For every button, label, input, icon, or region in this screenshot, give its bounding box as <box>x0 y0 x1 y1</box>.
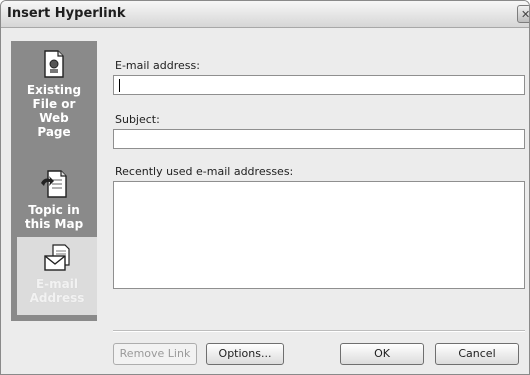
sidebar-item-email-address[interactable]: E-mail Address <box>17 237 97 315</box>
document-icon <box>44 50 64 78</box>
link-type-sidebar: Existing File or Web Page Topic in this … <box>11 41 97 321</box>
email-address-field[interactable] <box>113 75 525 95</box>
cancel-button[interactable]: Cancel <box>435 343 519 365</box>
recent-emails-label: Recently used e-mail addresses: <box>115 165 294 178</box>
insert-hyperlink-dialog: Insert Hyperlink ✕ Existing File or Web … <box>0 0 530 375</box>
subject-field[interactable] <box>113 129 525 149</box>
text-caret <box>119 79 120 92</box>
envelope-icon <box>44 244 70 271</box>
close-button[interactable]: ✕ <box>517 5 529 23</box>
options-button[interactable]: Options... <box>206 343 284 365</box>
sidebar-item-existing-file[interactable]: Existing File or Web Page <box>11 49 97 161</box>
ok-button[interactable]: OK <box>340 343 424 365</box>
recent-emails-list[interactable] <box>113 181 525 289</box>
sidebar-item-label: Topic in this Map <box>24 203 84 231</box>
title-bar: Insert Hyperlink ✕ <box>1 1 529 28</box>
subject-label: Subject: <box>115 113 160 126</box>
remove-link-button[interactable]: Remove Link <box>113 343 197 365</box>
topic-arrow-icon <box>41 170 67 198</box>
sidebar-item-label: Existing File or Web Page <box>26 83 82 139</box>
button-separator <box>113 330 525 332</box>
dialog-title: Insert Hyperlink <box>7 6 126 21</box>
email-address-label: E-mail address: <box>115 59 200 72</box>
sidebar-item-label: E-mail Address <box>29 277 85 305</box>
